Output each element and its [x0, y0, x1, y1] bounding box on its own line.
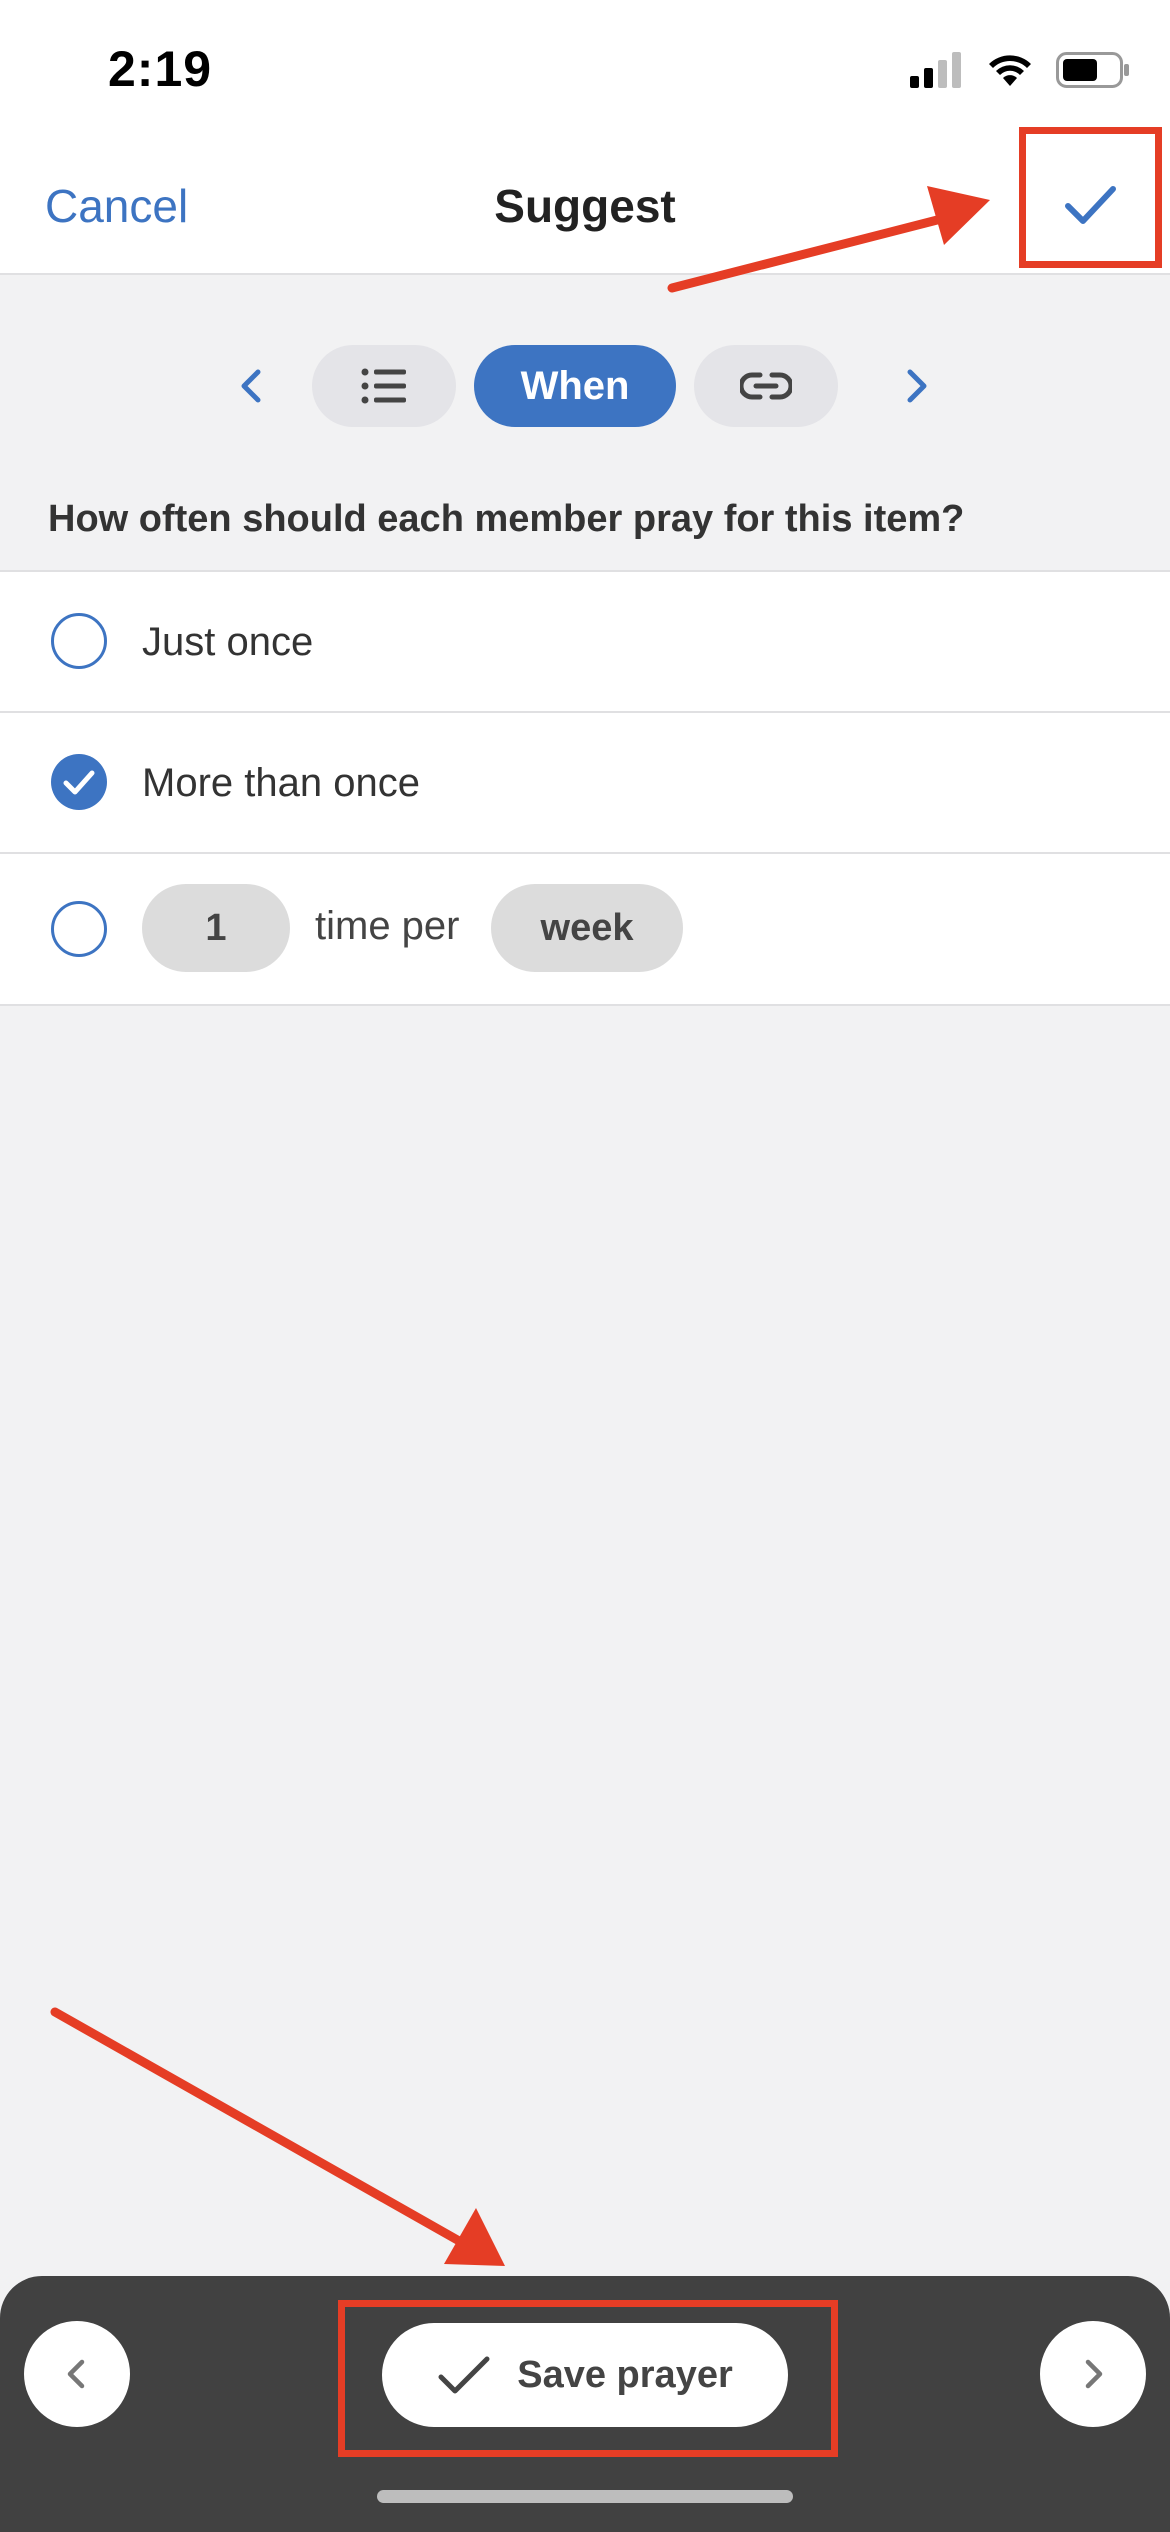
checkmark-icon [63, 770, 95, 795]
page-title: Suggest [494, 180, 676, 232]
frequency-question: How often should each member pray for th… [48, 498, 965, 540]
link-icon [740, 372, 792, 400]
option-label: More than once [142, 761, 420, 805]
tab-list[interactable] [312, 345, 456, 427]
status-bar: 2:19 [0, 0, 1170, 135]
cellular-signal-icon [910, 52, 961, 88]
option-label: Just once [142, 620, 314, 664]
frequency-options: Just once More than once 1 time per week [0, 570, 1170, 1006]
nav-bar: Cancel Suggest [0, 135, 1170, 275]
radio-more-than-once[interactable] [51, 754, 107, 810]
step-selector: When [0, 345, 1170, 427]
option-custom-frequency[interactable]: 1 time per week [0, 854, 1170, 1006]
radio-custom-frequency[interactable] [51, 901, 107, 957]
frequency-unit-picker[interactable]: week [491, 884, 683, 972]
chevron-left-icon[interactable] [228, 362, 276, 410]
chevron-left-icon [67, 2359, 85, 2389]
radio-just-once[interactable] [51, 613, 107, 669]
home-indicator [377, 2490, 793, 2503]
option-just-once[interactable]: Just once [0, 572, 1170, 713]
tab-when[interactable]: When [474, 345, 676, 427]
option-more-than-once[interactable]: More than once [0, 713, 1170, 854]
list-icon [361, 368, 406, 404]
annotation-box-confirm [1019, 127, 1162, 268]
status-time: 2:19 [108, 41, 213, 97]
next-button[interactable] [1040, 2321, 1146, 2427]
time-per-label: time per [315, 904, 460, 948]
annotation-box-save [338, 2300, 838, 2457]
chevron-right-icon [1085, 2359, 1103, 2389]
annotation-arrow-bottom [50, 2007, 505, 2266]
tab-link[interactable] [694, 345, 838, 427]
wifi-icon [989, 55, 1031, 86]
previous-button[interactable] [24, 2321, 130, 2427]
frequency-count-picker[interactable]: 1 [142, 884, 290, 972]
status-icons [910, 52, 1130, 88]
chevron-right-icon[interactable] [892, 362, 940, 410]
battery-icon [1056, 52, 1129, 88]
